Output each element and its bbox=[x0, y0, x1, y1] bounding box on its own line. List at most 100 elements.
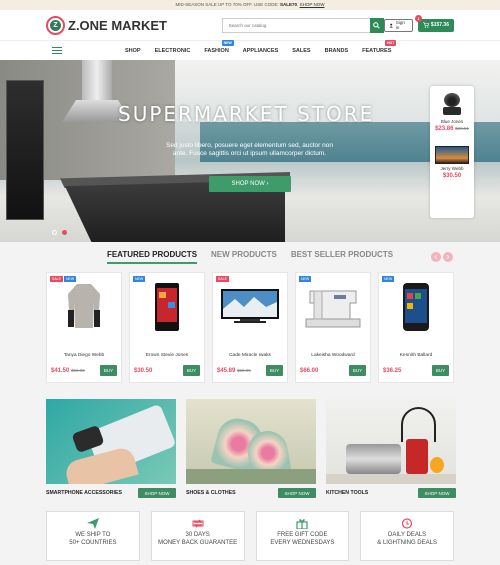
hero-title: SUPERMARKET STORE bbox=[118, 102, 375, 126]
product-price: $45.89 $50.99 bbox=[217, 367, 251, 374]
nav-features[interactable]: FEATURES HOT bbox=[355, 39, 398, 54]
product-price: $36.25 bbox=[383, 367, 402, 374]
phone-icon bbox=[155, 283, 179, 331]
feature-gift-code: FREE GIFT CODE EVERY WEDNESDAYS bbox=[255, 511, 350, 561]
product-card[interactable]: NEW Kennith Ballard $36.25 BUY bbox=[378, 272, 454, 383]
buy-button[interactable]: BUY bbox=[432, 365, 449, 376]
hero-subtitle: Sed justo libero, posuere eget elementum… bbox=[166, 142, 333, 157]
side-product-name[interactable]: Jerry Webb bbox=[430, 166, 474, 171]
logo-mark: Z bbox=[46, 15, 65, 35]
buy-button[interactable]: BUY bbox=[349, 365, 366, 376]
clock-icon bbox=[402, 518, 413, 529]
slider-dot[interactable] bbox=[52, 230, 57, 235]
blouse-icon bbox=[68, 284, 100, 328]
gift-icon bbox=[296, 519, 308, 529]
product-card[interactable]: SALE Cade Miracle Iwaks $45.89 $50.99 BUY bbox=[212, 272, 288, 383]
sale-badge: SALE bbox=[50, 276, 63, 282]
product-card[interactable]: SALE NEW Tanya Diego Webb $41.50 $58.90 BU… bbox=[46, 272, 122, 383]
banner-image bbox=[186, 399, 316, 484]
sale-badge: SALE bbox=[216, 276, 229, 282]
tab-best-seller[interactable]: BEST SELLER PRODUCTS bbox=[291, 250, 393, 264]
product-price: $41.50 $58.90 bbox=[51, 367, 85, 374]
tab-featured[interactable]: FEATURED PRODUCTS bbox=[106, 250, 198, 264]
promo-code: SALE70 bbox=[280, 2, 298, 7]
feature-daily-deals: DAILY DEALS & LIGHTNING DEALS bbox=[360, 511, 454, 561]
promo-link[interactable]: SHOP NOW bbox=[300, 2, 325, 7]
banner-smartphone-accessories[interactable]: SMARTPHONE ACCESSORIES SHOP NOW bbox=[46, 399, 176, 498]
product-name[interactable]: Erown Stevie Jones bbox=[130, 353, 204, 358]
product-tabs: FEATURED PRODUCTS NEW PRODUCTS BEST SELL… bbox=[0, 250, 500, 274]
sewing-machine-icon bbox=[305, 290, 361, 328]
banner-label: SHOES & CLOTHES bbox=[186, 490, 236, 496]
prev-arrow-icon[interactable] bbox=[431, 252, 441, 262]
side-product-name[interactable]: Blue Jones bbox=[430, 119, 474, 124]
logo[interactable]: Z Z.ONE MARKET bbox=[46, 15, 177, 35]
tab-new[interactable]: NEW PRODUCTS bbox=[211, 250, 277, 264]
feature-shipping: WE SHIP TO 50+ COUNTRIES bbox=[46, 511, 140, 561]
nav-fashion[interactable]: FASHION NEW bbox=[197, 39, 235, 54]
refresh-icon bbox=[192, 519, 204, 528]
new-badge: NEW bbox=[63, 276, 77, 282]
banner-shoes-clothes[interactable]: SHOES & CLOTHES SHOP NOW bbox=[186, 399, 316, 498]
cart-button[interactable]: 1 $157.36 bbox=[414, 14, 454, 32]
shop-now-button[interactable]: SHOP NOW bbox=[278, 488, 316, 498]
banner-image bbox=[46, 399, 176, 484]
nav-sales[interactable]: SALES bbox=[285, 48, 317, 54]
buy-button[interactable]: BUY bbox=[183, 365, 200, 376]
camera-icon bbox=[441, 93, 463, 117]
product-card[interactable]: NEW Lakeisha Woodward $66.00 BUY bbox=[295, 272, 371, 383]
search-bar bbox=[221, 17, 384, 33]
nav-electronic[interactable]: ELECTRONIC bbox=[148, 48, 198, 54]
hero-slider: SUPERMARKET STORE Sed justo libero, posu… bbox=[0, 60, 500, 242]
new-badge: NEW bbox=[133, 276, 146, 282]
product-name[interactable]: Lakeisha Woodward bbox=[296, 353, 370, 358]
cart-icon bbox=[422, 22, 429, 28]
site-header: Z Z.ONE MARKET Sign in 1 $157.36 bbox=[0, 10, 500, 40]
slider-dot-active[interactable] bbox=[62, 230, 67, 235]
smartphone-icon bbox=[403, 283, 429, 331]
product-name[interactable]: Tanya Diego Webb bbox=[47, 353, 121, 358]
user-icon bbox=[388, 23, 393, 28]
product-card[interactable]: NEW Erown Stevie Jones $30.50 BUY bbox=[129, 272, 205, 383]
nav-brands[interactable]: BRANDS bbox=[318, 48, 356, 54]
cart-count-badge: 1 bbox=[414, 14, 422, 22]
new-badge: NEW bbox=[221, 39, 234, 46]
nav-appliances[interactable]: APPLIANCES bbox=[236, 48, 285, 54]
product-name[interactable]: Kennith Ballard bbox=[379, 353, 453, 358]
product-price: $30.50 bbox=[134, 367, 153, 374]
oven-image bbox=[6, 80, 44, 220]
hero-side-products: Blue Jones $23.86 $26.51 Jerry Webb $30.… bbox=[430, 86, 474, 218]
feature-boxes: WE SHIP TO 50+ COUNTRIES 30 DAYS MONEY BAC… bbox=[0, 511, 500, 561]
product-name[interactable]: Cade Miracle Iwaks bbox=[213, 353, 287, 358]
next-arrow-icon[interactable] bbox=[443, 252, 453, 262]
tv-icon bbox=[221, 289, 279, 323]
new-badge: NEW bbox=[299, 276, 312, 282]
banner-label: SMARTPHONE ACCESSORIES bbox=[46, 490, 122, 496]
feature-money-back: 30 DAYS MONEY BACK GUARANTEE bbox=[150, 511, 245, 561]
hot-badge: HOT bbox=[384, 39, 397, 46]
sign-in-button[interactable]: Sign in bbox=[383, 18, 413, 32]
new-badge: NEW bbox=[382, 276, 395, 282]
shop-now-button[interactable]: SHOP NOW bbox=[418, 488, 456, 498]
hero-shop-now-button[interactable]: SHOP NOW › bbox=[209, 176, 291, 192]
paper-plane-icon bbox=[86, 518, 99, 529]
search-input[interactable] bbox=[221, 17, 370, 33]
buy-button[interactable]: BUY bbox=[266, 365, 283, 376]
nav-shop[interactable]: SHOP bbox=[118, 48, 148, 54]
banner-image bbox=[326, 399, 456, 484]
tv-icon bbox=[435, 146, 469, 164]
main-nav: SHOP ELECTRONIC FASHION NEW APPLIANCES SA… bbox=[0, 39, 500, 60]
banner-kitchen-tools[interactable]: KITCHEN TOOLS SHOP NOW bbox=[326, 399, 456, 498]
shop-now-button[interactable]: SHOP NOW bbox=[138, 488, 176, 498]
category-banners: SMARTPHONE ACCESSORIES SHOP NOW SHOES & C… bbox=[0, 399, 500, 498]
promo-bar: MID-SEASON SALE UP TO 70% OFF. USE CODE:… bbox=[0, 0, 500, 10]
product-grid: SALE NEW Tanya Diego Webb $41.50 $58.90 BU… bbox=[0, 272, 500, 383]
product-price: $66.00 bbox=[300, 367, 319, 374]
search-icon bbox=[373, 21, 380, 29]
promo-text: MID-SEASON SALE UP TO 70% OFF. USE CODE: bbox=[175, 2, 279, 7]
search-button[interactable] bbox=[369, 17, 384, 33]
buy-button[interactable]: BUY bbox=[100, 365, 117, 376]
menu-icon[interactable] bbox=[52, 47, 62, 54]
banner-label: KITCHEN TOOLS bbox=[326, 490, 369, 496]
logo-text: Z.ONE MARKET bbox=[68, 17, 167, 33]
